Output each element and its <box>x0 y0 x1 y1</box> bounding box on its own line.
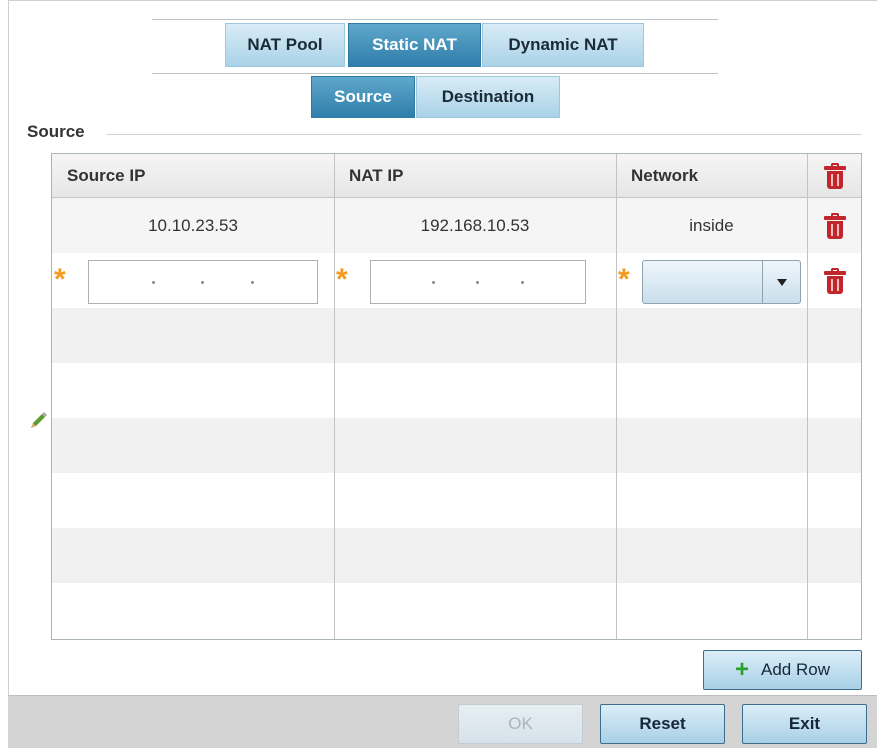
add-row-label: Add Row <box>761 660 830 679</box>
table-row-empty <box>52 363 861 418</box>
header-network[interactable]: Network <box>616 154 807 198</box>
add-row-button[interactable]: + Add Row <box>703 650 862 690</box>
cell-network: inside <box>689 215 734 235</box>
cell-source-ip: 10.10.23.53 <box>148 215 238 235</box>
trash-icon[interactable] <box>824 268 846 294</box>
tab-nat-pool[interactable]: NAT Pool <box>225 23 345 67</box>
trash-icon[interactable] <box>824 163 846 189</box>
section-divider <box>106 134 862 135</box>
ip-octet-separator <box>431 280 435 284</box>
table-row-empty <box>52 528 861 583</box>
pencil-icon[interactable] <box>28 411 48 431</box>
required-asterisk-icon: * <box>336 263 348 296</box>
source-nat-table: Source IP NAT IP Network 10.10.23.53 192… <box>51 153 862 640</box>
cell-nat-ip: 192.168.10.53 <box>420 215 530 235</box>
header-source-ip[interactable]: Source IP <box>52 154 334 198</box>
table-row-empty <box>52 308 861 363</box>
source-ip-input[interactable] <box>88 260 318 304</box>
ip-octet-separator <box>152 280 156 284</box>
trash-icon[interactable] <box>824 213 846 239</box>
column-divider <box>807 154 808 639</box>
dropdown-button[interactable] <box>762 261 800 303</box>
subtab-destination[interactable]: Destination <box>416 76 560 118</box>
table-row-empty <box>52 418 861 473</box>
tabbar-bottom-line <box>152 73 718 74</box>
ip-octet-separator <box>250 280 254 284</box>
tab-static-nat[interactable]: Static NAT <box>348 23 481 67</box>
ip-octet-separator <box>476 280 480 284</box>
tabbar-top-line <box>152 19 718 20</box>
table-row-empty <box>52 583 861 638</box>
plus-icon: + <box>735 656 750 683</box>
ip-octet-separator <box>201 280 205 284</box>
reset-button[interactable]: Reset <box>600 704 725 744</box>
chevron-down-icon <box>776 278 787 286</box>
network-select[interactable] <box>642 260 801 304</box>
required-asterisk-icon: * <box>54 263 66 296</box>
section-title: Source <box>27 122 85 141</box>
exit-button[interactable]: Exit <box>742 704 867 744</box>
subtab-source[interactable]: Source <box>311 76 415 118</box>
table-row-empty <box>52 473 861 528</box>
ok-button[interactable]: OK <box>458 704 583 744</box>
required-asterisk-icon: * <box>618 263 630 296</box>
header-nat-ip[interactable]: NAT IP <box>334 154 616 198</box>
ip-octet-separator <box>521 280 525 284</box>
tab-dynamic-nat[interactable]: Dynamic NAT <box>482 23 644 67</box>
nat-ip-input[interactable] <box>370 260 586 304</box>
